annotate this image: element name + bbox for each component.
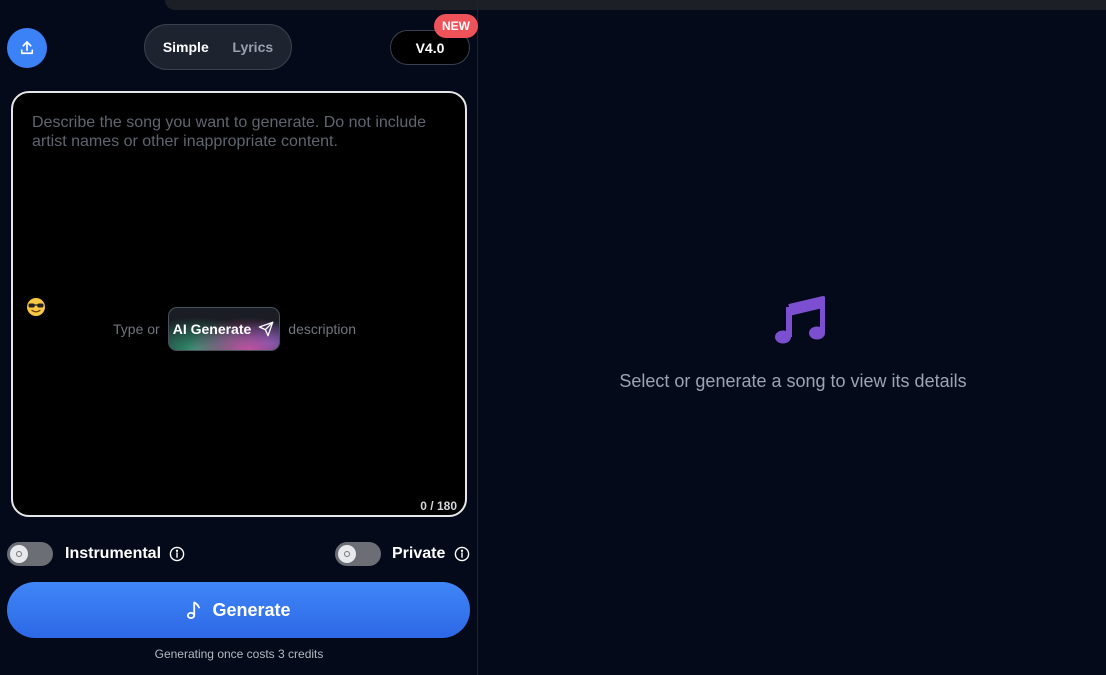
ai-generate-row: Type or AI Generate description: [113, 307, 356, 351]
mode-lyrics-tab[interactable]: Lyrics: [232, 39, 273, 55]
music-notes-icon: [775, 296, 825, 344]
ai-generate-label: AI Generate: [172, 321, 252, 337]
instrumental-toggle[interactable]: [7, 542, 53, 566]
upload-button[interactable]: [7, 28, 47, 68]
music-note-icon: [187, 601, 201, 619]
left-panel: Simple Lyrics V4.0 NEW Describe the song…: [0, 0, 478, 675]
instrumental-toggle-knob: [10, 545, 28, 563]
credit-cost-text: Generating once costs 3 credits: [154, 647, 324, 661]
mode-simple-tab[interactable]: Simple: [163, 39, 209, 55]
character-counter: 0 / 180: [420, 499, 457, 513]
private-toggle[interactable]: [335, 542, 381, 566]
mode-toggle: Simple Lyrics: [144, 24, 292, 70]
empty-detail-message: Select or generate a song to view its de…: [619, 371, 967, 391]
ai-generate-button[interactable]: AI Generate: [167, 307, 281, 351]
new-badge: NEW: [434, 14, 478, 38]
info-icon[interactable]: [169, 546, 185, 562]
prompt-placeholder: Describe the song you want to generate. …: [32, 114, 427, 150]
sunglasses-emoji-icon[interactable]: [26, 297, 46, 317]
send-icon: [258, 321, 274, 337]
private-label: Private: [392, 545, 446, 562]
generate-label: Generate: [212, 599, 291, 620]
private-toggle-knob: [338, 545, 356, 563]
generate-button[interactable]: Generate: [7, 582, 470, 638]
info-icon[interactable]: [454, 546, 470, 562]
song-description-input[interactable]: Describe the song you want to generate. …: [11, 91, 467, 517]
instrumental-label: Instrumental: [65, 545, 162, 562]
prompt-prefix-text: Type or: [113, 321, 160, 337]
upload-icon: [20, 41, 34, 55]
prompt-suffix-text: description: [288, 321, 356, 337]
